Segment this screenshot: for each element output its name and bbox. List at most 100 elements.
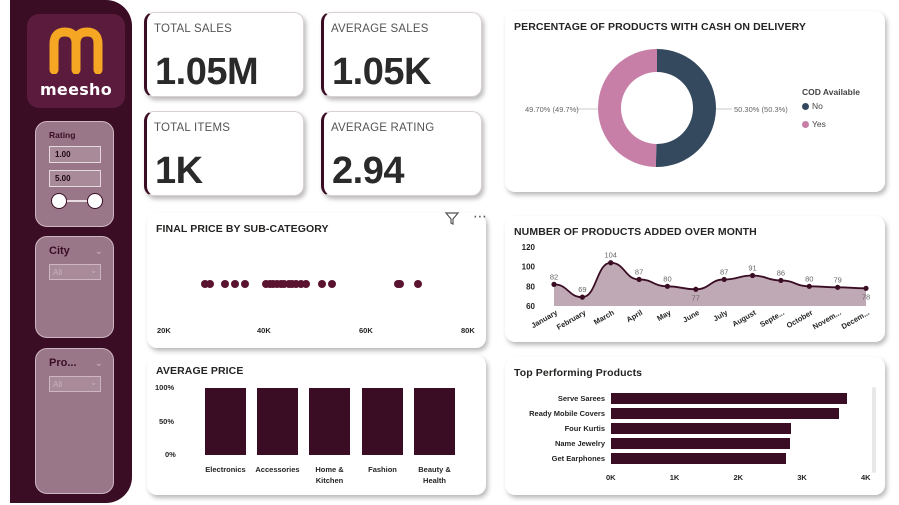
data-point xyxy=(551,281,557,287)
scatter-point[interactable] xyxy=(231,280,240,288)
legend-item-no[interactable]: No xyxy=(802,101,823,111)
scatter-point[interactable] xyxy=(414,280,423,288)
y-tick-label: 0% xyxy=(165,450,176,459)
data-label: 69 xyxy=(578,285,586,294)
x-tick-label: Accessories xyxy=(255,465,300,474)
filter-icon[interactable] xyxy=(444,211,460,228)
average-price-bar-chart: 100% 50% 0% Electronics Accessories Home & Ki… xyxy=(147,355,486,495)
x-tick-label: Electronics xyxy=(205,465,246,474)
top-products-card[interactable]: Top Performing Products Serve Sarees Read… xyxy=(505,357,885,495)
bar[interactable] xyxy=(611,393,847,404)
bar[interactable] xyxy=(611,423,792,434)
x-tick-label: June xyxy=(681,308,701,325)
more-options-icon[interactable]: ⋯ xyxy=(473,208,488,225)
total-sales-label: TOTAL SALES xyxy=(154,23,233,35)
chevron-down-icon: ⌄ xyxy=(90,378,97,387)
bar[interactable] xyxy=(611,438,790,449)
legend-item-yes[interactable]: Yes xyxy=(802,119,826,129)
y-tick-label: Serve Sarees xyxy=(557,394,605,403)
bar[interactable] xyxy=(205,388,246,455)
final-price-scatter-plot xyxy=(147,213,486,348)
scatter-point[interactable] xyxy=(317,280,326,288)
chevron-down-icon[interactable]: ⌄ xyxy=(95,246,103,257)
data-label: 77 xyxy=(692,293,700,302)
y-tick-label: 100 xyxy=(522,263,536,272)
data-point xyxy=(806,283,812,289)
average-sales-label: AVERAGE SALES xyxy=(331,23,429,35)
x-tick-label: Home & Kitchen xyxy=(315,465,344,485)
x-tick-label: 80K xyxy=(461,326,475,335)
cod-yes-data-label: 49.70% (49.7%) xyxy=(525,105,579,114)
scatter-point[interactable] xyxy=(205,280,214,288)
data-label: 104 xyxy=(604,251,617,260)
data-point xyxy=(721,276,727,283)
cod-donut-card[interactable]: PERCENTAGE OF PRODUCTS WITH CASH ON DELI… xyxy=(505,11,885,192)
chevron-down-icon: ⌄ xyxy=(90,266,97,275)
meesho-m-icon xyxy=(49,27,103,74)
y-tick-label: Get Earphones xyxy=(551,454,605,463)
cod-legend-title: COD Available xyxy=(802,87,860,97)
product-dropdown[interactable]: All ⌄ xyxy=(49,376,101,392)
legend-no-label: No xyxy=(812,101,823,111)
legend-no-swatch xyxy=(802,103,809,110)
legend-yes-swatch xyxy=(802,121,809,128)
rating-min-input[interactable]: 1.00 xyxy=(49,146,101,163)
rating-filter-label: Rating xyxy=(49,130,76,140)
chevron-down-icon[interactable]: ⌄ xyxy=(95,358,103,369)
x-tick-label: October xyxy=(785,308,814,330)
data-label: 91 xyxy=(748,264,756,273)
average-rating-label: AVERAGE RATING xyxy=(331,122,435,134)
city-filter-label: City xyxy=(49,245,70,257)
x-tick-label: 1K xyxy=(669,473,680,482)
average-rating-card[interactable]: AVERAGE RATING 2.94 xyxy=(321,111,482,196)
data-point xyxy=(664,283,671,289)
data-point xyxy=(749,272,756,279)
data-label: 79 xyxy=(833,275,841,284)
products-added-card[interactable]: NUMBER OF PRODUCTS ADDED OVER MONTH 120 1… xyxy=(505,216,885,342)
donut-slice-yes xyxy=(597,49,657,167)
rating-max-input[interactable]: 5.00 xyxy=(49,170,101,187)
bar[interactable] xyxy=(611,408,840,419)
scatter-point[interactable] xyxy=(241,280,250,288)
scatter-point[interactable] xyxy=(396,280,405,288)
y-tick-label: 50% xyxy=(159,416,175,426)
average-sales-card[interactable]: AVERAGE SALES 1.05K xyxy=(321,12,482,97)
final-price-card[interactable]: FINAL PRICE BY SUB-CATEGORY 20K 40K 60K … xyxy=(147,213,486,348)
bar[interactable] xyxy=(362,388,403,455)
total-sales-card[interactable]: TOTAL SALES 1.05M xyxy=(144,12,304,97)
average-price-card[interactable]: AVERAGE PRICE 100% 50% 0% Electronics Access… xyxy=(147,355,486,495)
rating-slider-min-handle[interactable] xyxy=(51,193,67,209)
x-tick-label: May xyxy=(655,308,673,324)
data-label: 86 xyxy=(777,268,785,277)
total-items-value: 1K xyxy=(155,150,203,192)
average-sales-value: 1.05K xyxy=(332,51,431,93)
rating-slider-max-handle[interactable] xyxy=(87,193,103,209)
bar[interactable] xyxy=(257,388,298,455)
y-tick-label: Name Jewelry xyxy=(554,439,605,448)
scatter-point[interactable] xyxy=(302,280,311,288)
x-tick-label: Decem... xyxy=(840,308,871,331)
bar[interactable] xyxy=(414,388,455,455)
total-items-card[interactable]: TOTAL ITEMS 1K xyxy=(144,111,304,196)
x-tick-label: Novem... xyxy=(811,308,843,331)
product-filter-label: Pro... xyxy=(49,357,77,369)
bar[interactable] xyxy=(611,453,787,464)
bar[interactable] xyxy=(309,388,350,455)
data-point xyxy=(778,277,784,284)
average-rating-value: 2.94 xyxy=(332,150,404,192)
scrollbar[interactable] xyxy=(872,387,876,473)
cod-donut-chart xyxy=(576,49,732,167)
data-label: 87 xyxy=(635,267,643,276)
x-tick-label: 40K xyxy=(257,326,271,335)
cod-no-data-label: 50.30% (50.3%) xyxy=(734,105,788,114)
data-point xyxy=(835,284,841,290)
scatter-point[interactable] xyxy=(221,280,229,288)
scatter-point[interactable] xyxy=(327,280,336,288)
x-tick-label: 20K xyxy=(157,326,171,335)
top-products-bar-chart: Serve Sarees Ready Mobile Covers Four Kurt… xyxy=(505,357,885,495)
city-dropdown-value: All xyxy=(53,268,62,277)
data-point xyxy=(608,260,614,266)
y-tick-label: 80 xyxy=(526,282,535,291)
city-dropdown[interactable]: All ⌄ xyxy=(49,264,101,280)
y-tick-label: 100% xyxy=(155,383,175,392)
